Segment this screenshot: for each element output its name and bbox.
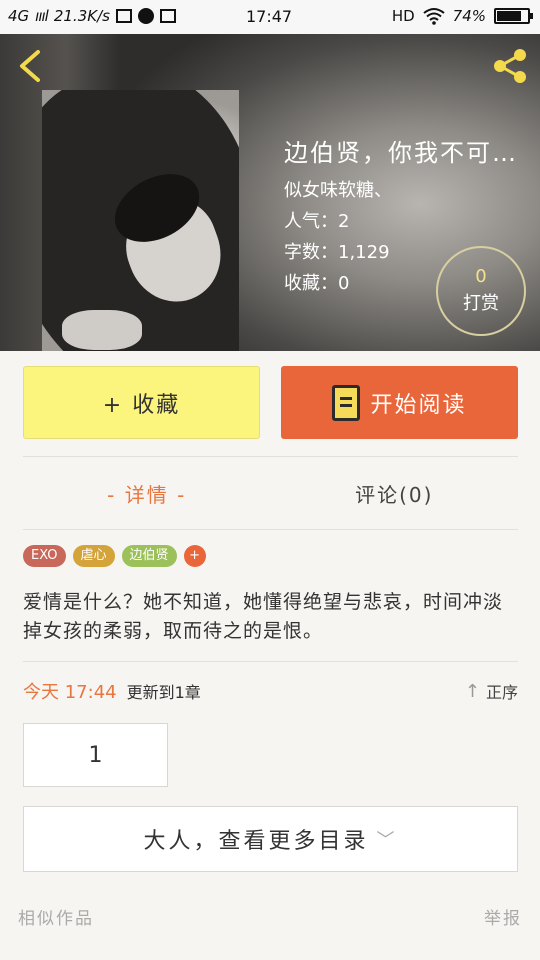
battery-fill bbox=[497, 11, 521, 21]
book-title: 边伯贤，你我不可… bbox=[284, 139, 518, 167]
reward-button[interactable]: 0 打赏 bbox=[436, 246, 526, 336]
tag-chip[interactable]: EXO bbox=[23, 545, 66, 567]
status-time: 17:47 bbox=[246, 7, 293, 26]
battery-icon bbox=[494, 8, 533, 24]
update-text: 更新到1章 bbox=[126, 683, 201, 702]
start-reading-label: 开始阅读 bbox=[370, 392, 467, 418]
popularity-stat: 人气：2 bbox=[284, 211, 350, 232]
tab-comments[interactable]: 评论(0) bbox=[271, 458, 519, 528]
chapter-item[interactable]: 1 bbox=[23, 723, 168, 787]
status-left: 4G ıııl 21.3K/s bbox=[8, 7, 176, 25]
book-cover-image[interactable] bbox=[42, 90, 239, 351]
tag-chip[interactable]: 虐心 bbox=[72, 545, 115, 567]
video-icon bbox=[115, 9, 132, 23]
update-time: 今天 17:44 bbox=[23, 682, 117, 703]
divider bbox=[23, 661, 518, 662]
arrow-up-icon: ↑ bbox=[464, 680, 480, 702]
tab-details[interactable]: - 详情 - bbox=[23, 458, 271, 528]
similar-works-label: 相似作品 bbox=[18, 909, 94, 929]
book-icon bbox=[332, 384, 361, 421]
chevron-down-icon: ﹀ bbox=[376, 830, 398, 851]
update-info: 今天 17:44 更新到1章 ↑ 正序 bbox=[23, 675, 518, 707]
battery-percent: 74% bbox=[452, 7, 486, 25]
reward-count: 0 bbox=[475, 266, 487, 287]
back-button[interactable] bbox=[12, 46, 52, 86]
status-right: HD 74% bbox=[391, 7, 533, 25]
share-button[interactable] bbox=[490, 46, 530, 86]
signal-icon: ıııl bbox=[35, 7, 49, 25]
add-tag-button[interactable]: + bbox=[183, 545, 206, 567]
app-notification-icon bbox=[137, 8, 154, 24]
tab-bar: - 详情 - 评论(0) bbox=[23, 458, 518, 528]
add-favorite-button[interactable]: + 收藏 bbox=[23, 366, 260, 439]
tag-list: EXO 虐心 边伯贤 + bbox=[23, 545, 206, 567]
divider bbox=[23, 456, 518, 457]
cover-hand-shape bbox=[62, 310, 142, 350]
book-header: 边伯贤，你我不可… 似女味软糖、 人气：2 字数：1,129 收藏：0 0 打赏 bbox=[0, 34, 540, 351]
sort-order-button[interactable]: ↑ 正序 bbox=[465, 679, 518, 703]
author-name[interactable]: 似女味软糖、 bbox=[284, 175, 534, 206]
view-more-catalog-label: 大人，查看更多目录 bbox=[143, 829, 369, 854]
report-button[interactable]: 举报 bbox=[484, 904, 522, 929]
tag-chip[interactable]: 边伯贤 bbox=[121, 545, 177, 567]
reward-label: 打赏 bbox=[463, 293, 499, 314]
view-more-catalog-button[interactable]: 大人，查看更多目录 ﹀ bbox=[23, 806, 518, 872]
wifi-icon bbox=[423, 8, 445, 25]
screenshot-icon bbox=[159, 9, 176, 23]
hd-indicator: HD bbox=[391, 7, 415, 25]
network-speed: 21.3K/s bbox=[53, 7, 110, 25]
back-arrow-icon bbox=[20, 50, 40, 82]
start-reading-button[interactable]: 开始阅读 bbox=[281, 366, 518, 439]
status-bar: 4G ıııl 21.3K/s 17:47 HD 74% bbox=[0, 0, 540, 34]
network-indicator: 4G bbox=[8, 7, 30, 25]
divider bbox=[23, 529, 518, 530]
sort-order-label: 正序 bbox=[485, 683, 518, 702]
share-icon bbox=[494, 49, 526, 83]
book-synopsis: 爱情是什么？她不知道，她懂得绝望与悲哀，时间冲淡掉女孩的柔弱，取而待之的是恨。 bbox=[23, 591, 504, 642]
